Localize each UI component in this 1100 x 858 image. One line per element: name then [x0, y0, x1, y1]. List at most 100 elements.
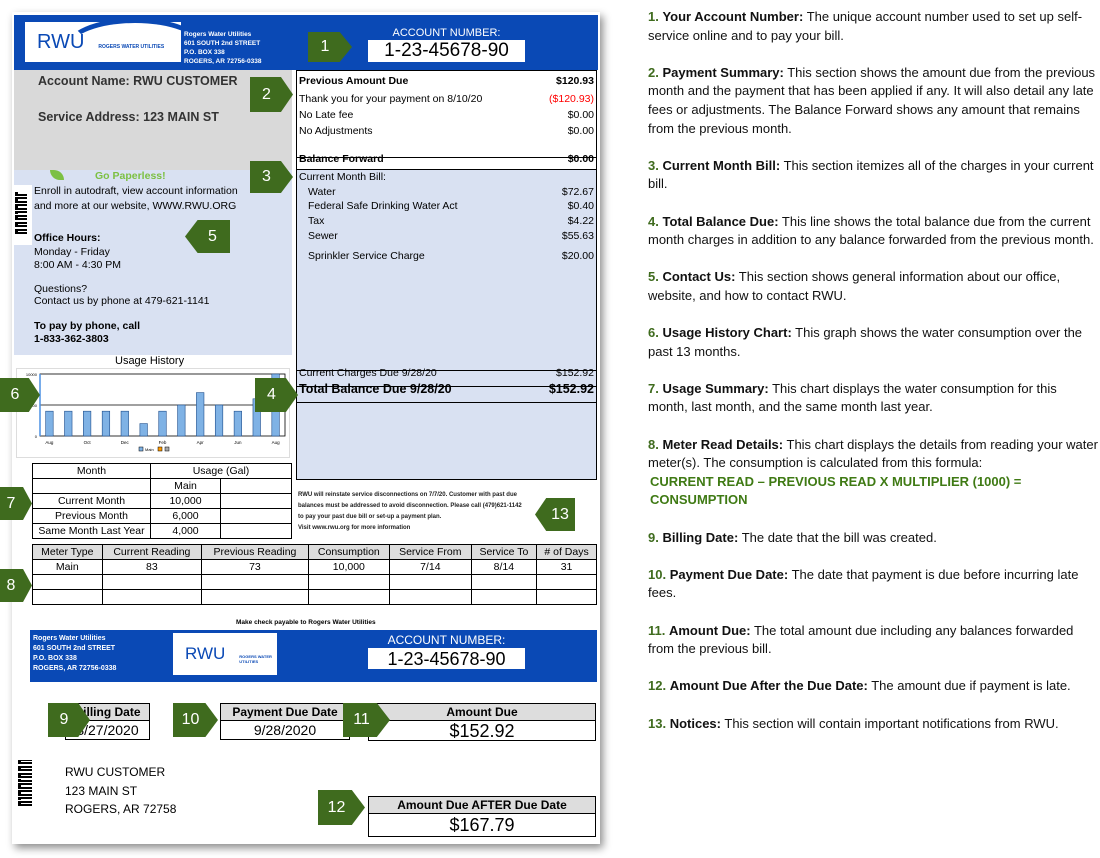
table-cell: 7/14 — [388, 559, 472, 575]
summary-amount: $0.00 — [567, 125, 594, 137]
bar-oct-2 — [83, 410, 92, 437]
column-header: Service To — [470, 544, 538, 560]
table-row: Same Month Last Year 4,000 — [32, 523, 292, 539]
bar-sep-1 — [64, 410, 73, 437]
utility-address: Rogers Water Utilities 601 SOUTH 2nd STRE… — [184, 31, 262, 65]
contact-text: and more at our website, WWW.RWU.ORG — [34, 200, 237, 212]
x-tick-label: Dec — [121, 440, 130, 445]
amount-after-due-box: Amount Due AFTER Due Date $167.79 — [368, 796, 596, 837]
bar-may-9 — [214, 404, 224, 437]
table-row: Previous Month 6,000 — [32, 508, 292, 524]
usage-summary-table: Month Usage (Gal) Main Current Month 10,00… — [32, 463, 292, 539]
stub-utility-address: Rogers Water Utilities 601 SOUTH 2nd STRE… — [33, 635, 117, 672]
summary-amount: $55.63 — [561, 230, 594, 242]
barcode-icon — [18, 760, 32, 806]
bar-aug-0 — [45, 410, 54, 437]
summary-amount: $72.67 — [561, 186, 594, 198]
consumption-formula: CURRENT READ – PREVIOUS READ X MULTIPLIE… — [650, 473, 1022, 508]
table-cell: 83 — [101, 559, 203, 575]
column-header: # of Days — [536, 544, 597, 560]
summary-label: Sewer — [308, 230, 338, 242]
column-header: Service From — [388, 544, 472, 560]
account-number-label: ACCOUNT NUMBER: — [392, 27, 501, 39]
table-cell: 10,000 — [307, 559, 390, 575]
contact-text: Enroll in autodraft, view account inform… — [34, 185, 238, 197]
note-item: 11. Amount Due: The total amount due inc… — [648, 622, 1074, 657]
account-name: Account Name: RWU CUSTOMER — [38, 74, 238, 88]
bar-jun-10 — [233, 410, 242, 437]
summary-label: Tax — [308, 215, 325, 227]
contact-text: To pay by phone, call — [34, 320, 140, 332]
note-item: 8. Meter Read Details: This chart displa… — [648, 436, 1100, 510]
summary-label: Thank you for your payment on 8/10/20 — [299, 93, 483, 105]
barcode-icon — [15, 192, 27, 234]
stub-logo: RWU ROGERS WATER UTILITIES — [173, 633, 277, 675]
chart-title: Usage History — [115, 355, 185, 367]
mailing-address: RWU CUSTOMER 123 MAIN ST ROGERS, AR 72758 — [65, 765, 177, 816]
note-item: 12. Amount Due After the Due Date: The a… — [648, 678, 1071, 694]
summary-amount: $0.40 — [567, 200, 594, 212]
bar-dec-4 — [120, 410, 129, 437]
payment-due-date-box: Payment Due Date 9/28/2020 — [220, 703, 350, 740]
summary-label: Balance Forward — [299, 153, 384, 165]
amount-due-box: Amount Due $152.92 — [368, 703, 596, 741]
x-tick-label: Aug — [272, 440, 281, 445]
summary-amount: $4.22 — [567, 215, 594, 227]
column-header: Meter Type — [32, 544, 103, 560]
legend-swatch — [157, 446, 163, 452]
x-tick-label: Feb — [159, 440, 167, 445]
column-header: Consumption — [307, 544, 390, 560]
summary-amount: ($120.93) — [549, 93, 594, 105]
legend-swatch — [164, 446, 170, 452]
bar-jan-5 — [139, 423, 148, 437]
legend-swatch — [138, 446, 144, 452]
rwu-logo: RWU ROGERS WATER UTILITIES — [25, 22, 181, 62]
meter-read-table: Meter Type Current Reading Previous Readin… — [32, 544, 597, 605]
notice-text: RWU will reinstate service disconnection… — [298, 492, 522, 531]
table-cell: 73 — [201, 559, 309, 575]
summary-amount: $152.92 — [556, 367, 594, 379]
table-row: Current Month 10,000 — [32, 493, 292, 509]
note-item: 7. Usage Summary: This chart displays th… — [648, 380, 1057, 415]
summary-label: Water — [308, 186, 336, 198]
summary-amount: $0.00 — [567, 109, 594, 121]
summary-label: No Adjustments — [299, 125, 373, 137]
summary-amount: $20.00 — [561, 250, 594, 262]
contact-text: Questions? — [34, 283, 88, 295]
note-item: 13. Notices: This section will contain i… — [648, 715, 1059, 731]
summary-label: Federal Safe Drinking Water Act — [308, 200, 458, 212]
contact-text: Contact us by phone at 479-621-1141 — [34, 295, 210, 307]
stub-account-label: ACCOUNT NUMBER: — [387, 633, 506, 647]
note-item: 2. Payment Summary: This section shows t… — [648, 64, 1096, 136]
service-address: Service Address: 123 MAIN ST — [38, 110, 219, 124]
summary-label: Previous Amount Due — [299, 75, 409, 87]
bar-nov-3 — [101, 410, 111, 437]
explanation-notes: 1. Your Account Number: The unique accou… — [648, 8, 1100, 752]
note-item: 1. Your Account Number: The unique accou… — [648, 9, 1083, 43]
x-tick-label: Oct — [84, 440, 92, 445]
column-header: Previous Reading — [201, 544, 309, 560]
column-header: Current Reading — [101, 544, 203, 560]
summary-amount: $120.93 — [556, 75, 594, 87]
contact-text: Monday - Friday — [34, 246, 110, 258]
current-month-title: Current Month Bill: — [299, 171, 386, 183]
x-tick-label: Jun — [234, 440, 242, 445]
summary-label: No Late fee — [299, 109, 354, 121]
account-number: 1-23-45678-90 — [368, 40, 525, 62]
x-tick-label: Aug — [45, 440, 54, 445]
bar-feb-6 — [158, 410, 167, 437]
x-tick-label: Apr — [197, 440, 205, 445]
note-item: 4. Total Balance Due: This line shows th… — [648, 213, 1094, 248]
contact-text: 8:00 AM - 4:30 PM — [34, 259, 121, 271]
summary-label: Sprinkler Service Charge — [308, 250, 425, 262]
note-item: 5. Contact Us: This section shows genera… — [648, 269, 1061, 303]
table-cell: Main — [32, 559, 103, 575]
note-item: 10. Payment Due Date: The date that paym… — [648, 566, 1079, 601]
summary-label: Current Charges Due 9/28/20 — [299, 367, 437, 379]
note-item: 9. Billing Date: The date that the bill … — [648, 529, 937, 545]
bar-mar-7 — [177, 404, 186, 437]
bar-apr-8 — [196, 392, 205, 437]
y-tick-label: 10000 — [26, 372, 38, 377]
stub-account-number: 1-23-45678-90 — [368, 648, 525, 669]
table-cell: 31 — [536, 559, 597, 575]
